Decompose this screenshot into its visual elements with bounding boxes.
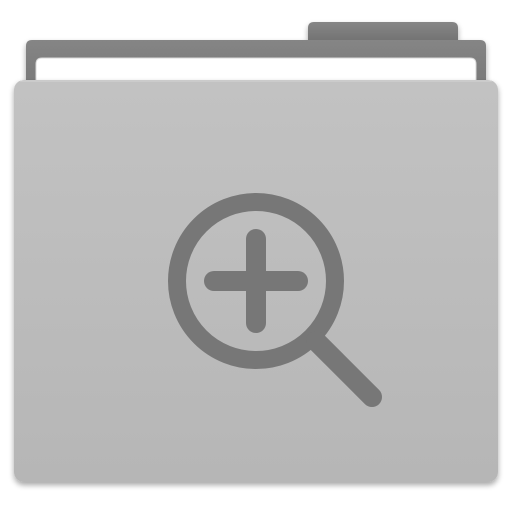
- folder-icon-canvas: [0, 0, 512, 512]
- folder-zoom-in-icon[interactable]: [0, 0, 512, 512]
